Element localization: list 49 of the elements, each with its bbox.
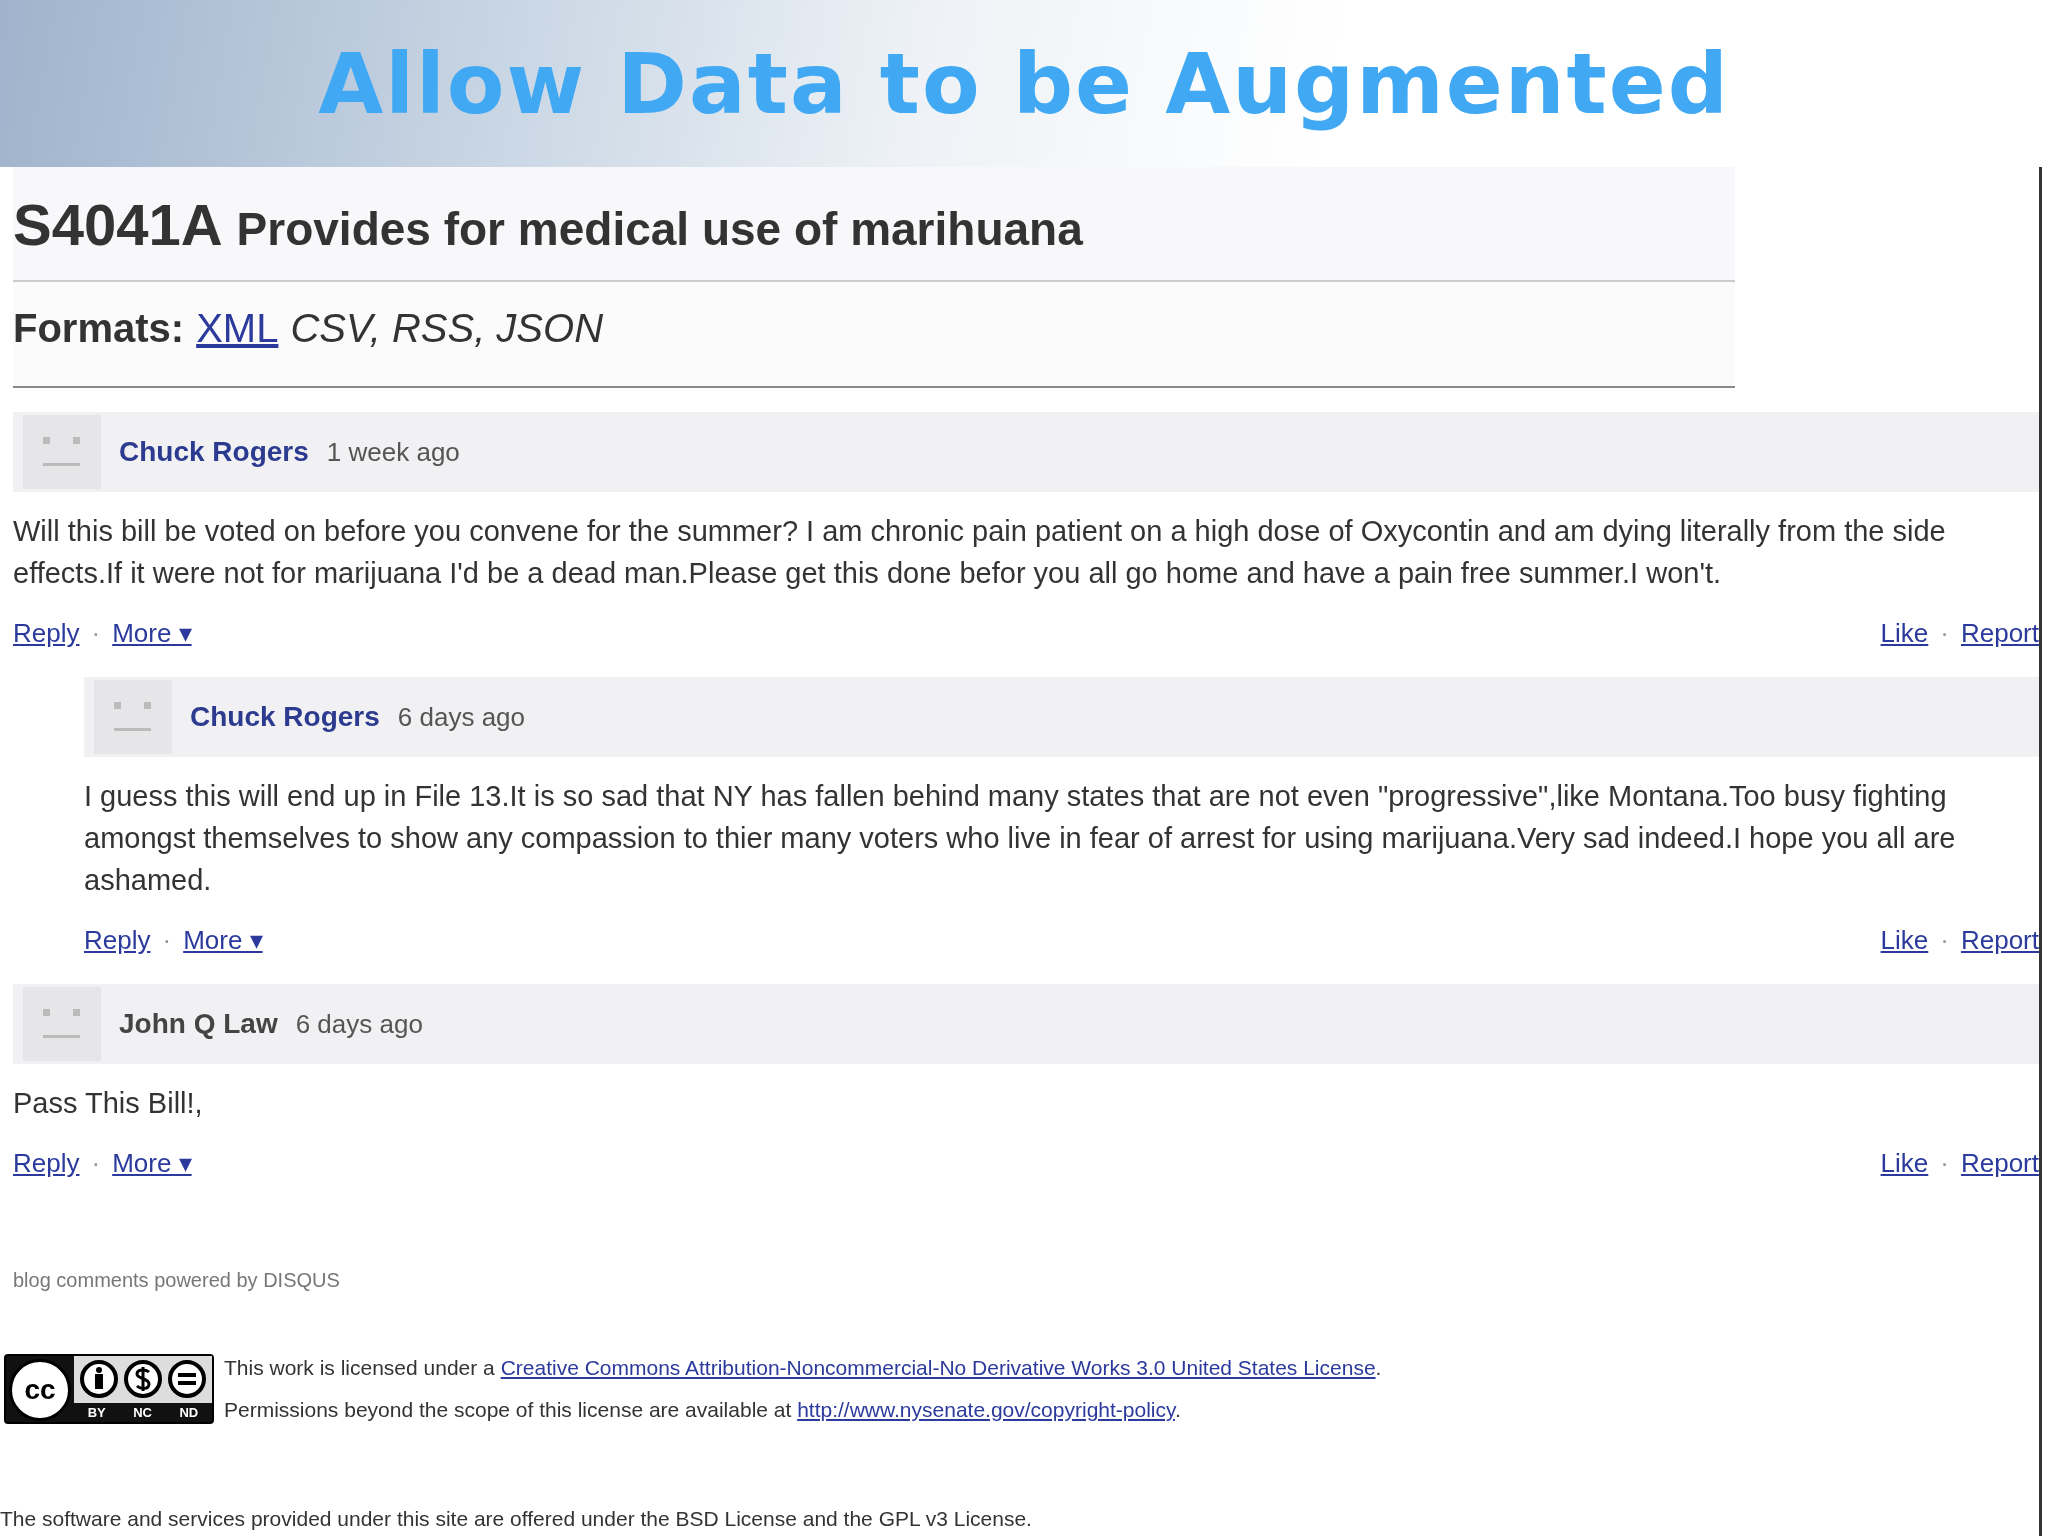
comment-time: 1 week ago (326, 435, 460, 469)
action-link[interactable]: Like (1880, 1148, 1929, 1178)
action-link[interactable]: More ▾ (112, 1148, 192, 1178)
avatar-icon (23, 987, 101, 1061)
action-link[interactable]: More ▾ (183, 925, 263, 955)
software-notice: The software and services provided under this site are offered under the BSD License and the GPL v3 License. (0, 1505, 1032, 1532)
slide-title: Allow Data to be Augmented (318, 33, 1730, 135)
comment-text: I guess this will end up in File 13.It is so sad that NY has fallen behind many states that are not even "progressive",like Montana.Too busy fighting amongst themselves to show any compassion to thier many voters who live in fear of arrest for using marijuana.Very sad indeed.I hope you all are ashamed. (84, 779, 1957, 898)
author-name: John Q Law (119, 1007, 278, 1041)
format-list: CSV, RSS, JSON (290, 298, 604, 358)
badge-label: NC (133, 1403, 152, 1422)
action-link[interactable]: Report (1960, 925, 2039, 955)
badge-label: BY (87, 1403, 106, 1422)
powered-by-text: blog comments powered by DISQUS (13, 1268, 341, 1293)
avatar-icon (94, 680, 172, 754)
policy-link[interactable]: http://www.nysenate.gov/copyright-policy (797, 1398, 1175, 1421)
action-link[interactable]: Reply (84, 925, 151, 955)
format-link[interactable]: XML (196, 298, 279, 358)
action-link[interactable]: Report (1960, 618, 2039, 648)
license-text: This work is licensed under a Creative Commons Attribution-Noncommercial-No Derivative Works 3.0 United States License. (224, 1355, 1382, 1381)
license-link[interactable]: Creative Commons Attribution-Noncommercial-No Derivative Works 3.0 United States License (500, 1356, 1376, 1379)
comment-text: Pass This Bill!, (13, 1086, 204, 1121)
separator-dot: · (1940, 1148, 1949, 1178)
bill-number: S4041A (13, 191, 223, 259)
separator-dot: · (1940, 925, 1949, 955)
separator-dot: · (162, 925, 172, 955)
separator-dot: · (91, 1148, 101, 1178)
comment-time: 6 days ago (397, 700, 526, 734)
author-link[interactable]: Chuck Rogers (119, 431, 309, 473)
comment-text: Will this bill be voted on before you convene for the summer? I am chronic pain patient on a high dose of Oxycontin and am dying literally from the side effects.If it were not for marijuana I'd be a dead man.Please get this done befor you all go home and have a pain free summer.I won't. (13, 514, 1947, 591)
action-link[interactable]: Like (1880, 618, 1929, 648)
separator-dot: · (1940, 618, 1949, 648)
equals-icon (167, 1359, 207, 1400)
separator-dot: · (91, 618, 101, 648)
author-link[interactable]: Chuck Rogers (190, 696, 380, 738)
formats-label: Formats: (13, 305, 185, 352)
bill-title: Provides for medical use of marihuana (236, 202, 1083, 257)
permissions-text: Permissions beyond the scope of this license are available at http://www.nysenate.gov/copyright-policy. (224, 1397, 1182, 1423)
badge-label: ND (179, 1403, 199, 1422)
action-link[interactable]: More ▾ (112, 618, 192, 648)
action-link[interactable]: Reply (13, 1148, 80, 1178)
action-link[interactable]: Reply (13, 618, 80, 648)
comment-time: 6 days ago (295, 1007, 423, 1041)
avatar-icon (23, 415, 101, 489)
action-link[interactable]: Like (1880, 925, 1929, 955)
action-link[interactable]: Report (1960, 1148, 2039, 1178)
person-icon (79, 1359, 119, 1400)
cc-logo: cc (9, 1359, 71, 1421)
dollar-icon (123, 1359, 163, 1400)
